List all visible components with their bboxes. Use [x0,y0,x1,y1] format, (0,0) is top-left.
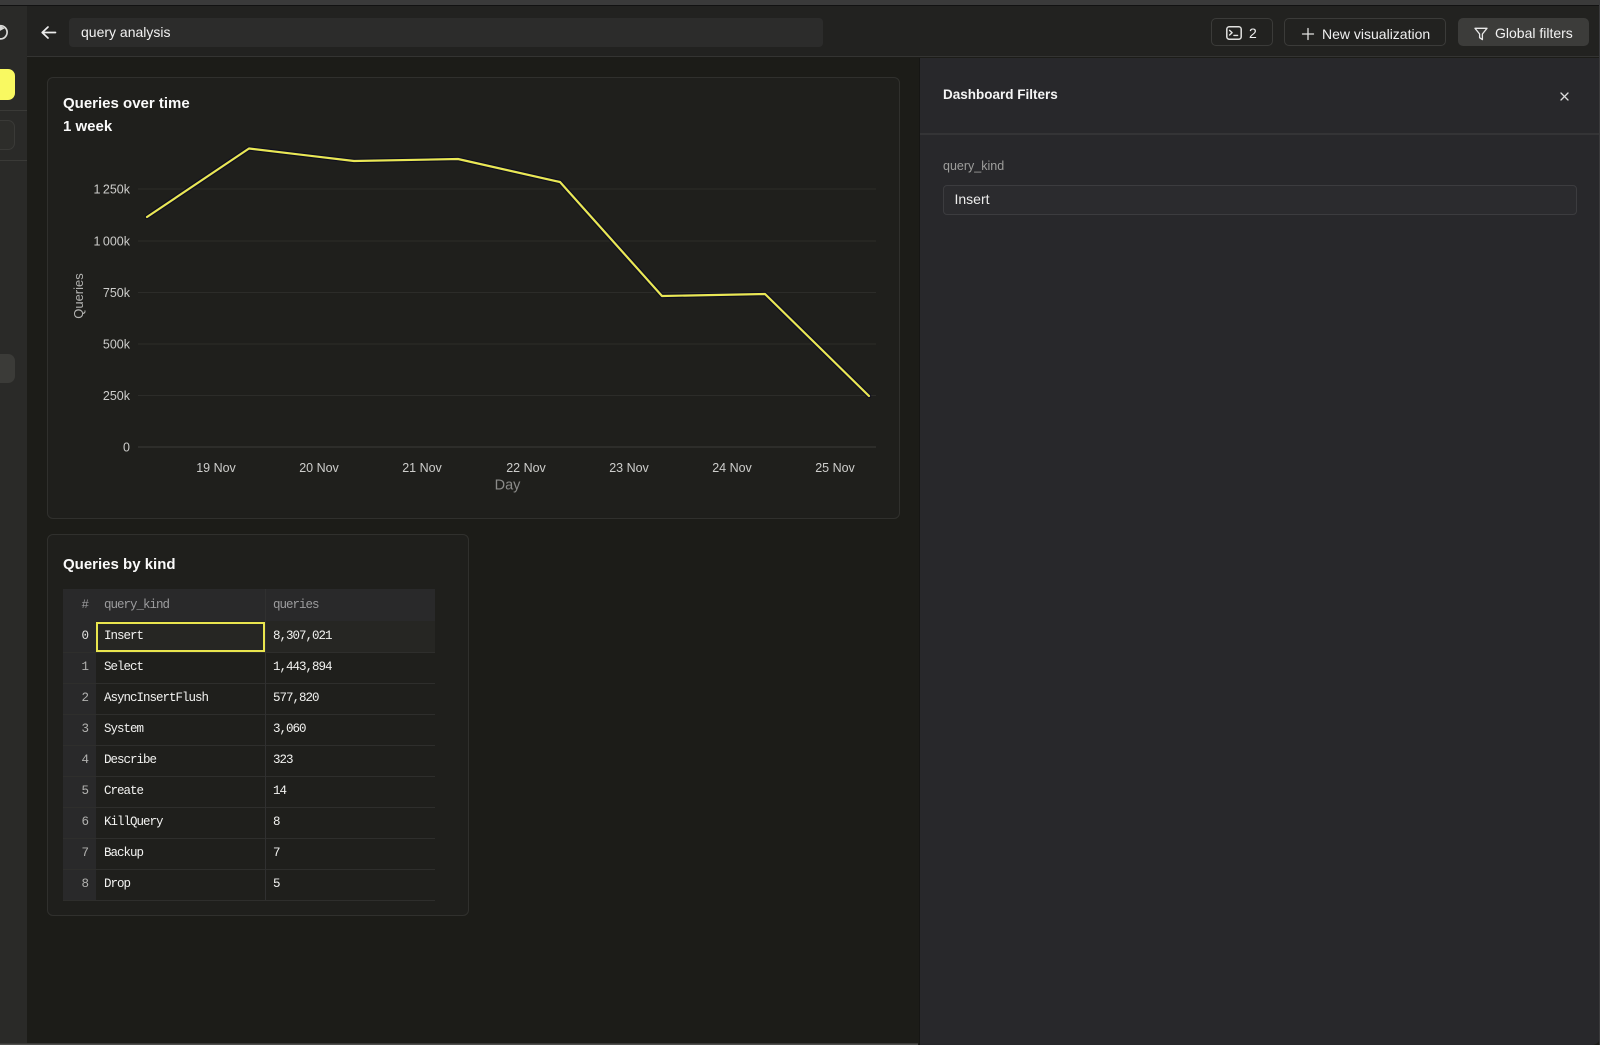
svg-text:500k: 500k [103,338,131,352]
svg-text:1 000k: 1 000k [93,235,130,249]
svg-text:0: 0 [123,441,130,455]
svg-text:Day: Day [495,478,522,494]
svg-text:750k: 750k [103,286,131,300]
svg-text:20 Nov: 20 Nov [299,461,339,475]
svg-text:250k: 250k [103,389,131,403]
svg-text:21 Nov: 21 Nov [402,461,442,475]
svg-text:1 250k: 1 250k [93,183,130,197]
svg-text:24 Nov: 24 Nov [712,461,752,475]
svg-text:23 Nov: 23 Nov [609,461,649,475]
svg-text:Queries: Queries [71,273,86,319]
svg-text:19 Nov: 19 Nov [196,461,236,475]
svg-text:22 Nov: 22 Nov [506,461,546,475]
svg-text:25 Nov: 25 Nov [815,461,855,475]
